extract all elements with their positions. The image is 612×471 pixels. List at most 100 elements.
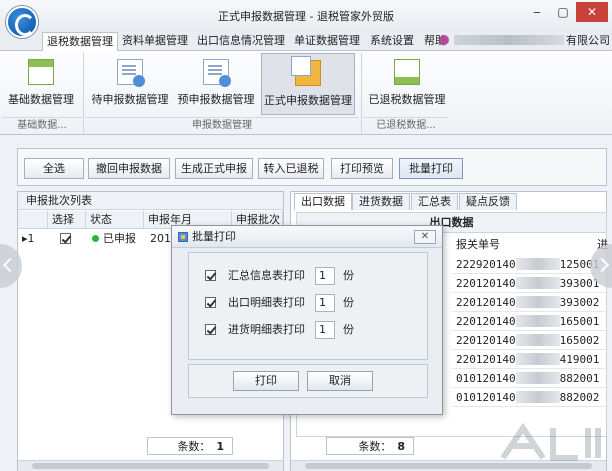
dialog-close-button[interactable]: ✕ bbox=[414, 230, 436, 244]
summary-print-checkbox[interactable] bbox=[205, 270, 216, 281]
option-label: 进货明细表打印 bbox=[228, 323, 305, 336]
menu-tab-refund-data[interactable]: 退税数据管理 bbox=[42, 32, 118, 51]
column-header-customs-no[interactable]: 报关单号 bbox=[456, 235, 500, 255]
redacted-digits bbox=[515, 334, 560, 346]
print-preview-button[interactable]: 打印预览 bbox=[331, 158, 393, 179]
cancel-button[interactable]: 取消 bbox=[307, 371, 373, 391]
dialog-title: 批量打印 bbox=[192, 230, 236, 243]
purchase-print-checkbox[interactable] bbox=[205, 324, 216, 335]
row-status: 已申报 bbox=[88, 230, 144, 248]
purchase-copies-input[interactable]: 1 bbox=[315, 321, 335, 339]
status-dot-icon bbox=[92, 235, 99, 242]
withdraw-declaration-button[interactable]: 撤回申报数据 bbox=[88, 158, 170, 179]
table-row[interactable]: 220120140 165001 bbox=[452, 312, 608, 331]
ribbon-label: 正式申报数据管理 bbox=[264, 94, 352, 107]
ribbon-group-declare: 申报数据管理 bbox=[85, 117, 359, 133]
table-row[interactable]: 220120140 393001 bbox=[452, 274, 608, 293]
count-label: 条数： bbox=[177, 440, 211, 453]
count-value: 8 bbox=[397, 440, 405, 453]
count-label: 条数： bbox=[358, 440, 392, 453]
customs-no-prefix: 222920140 bbox=[456, 258, 516, 271]
right-count-box: 条数： 8 bbox=[326, 437, 414, 455]
ribbon-pre-declare-button[interactable]: 预申报数据管理 bbox=[176, 53, 256, 115]
window-title: 正式申报数据管理 - 退税管家外贸版 bbox=[218, 10, 394, 23]
customs-no-prefix: 220120140 bbox=[456, 334, 516, 347]
ribbon-group-refunded: 已退税数据... bbox=[363, 117, 449, 133]
table-row[interactable]: 010120140 882002 bbox=[452, 388, 608, 407]
column-header-index bbox=[18, 211, 48, 229]
row-select-checkbox[interactable] bbox=[60, 233, 71, 244]
select-all-button[interactable]: 全选 bbox=[24, 158, 84, 179]
ribbon-label: 预申报数据管理 bbox=[177, 93, 255, 106]
ribbon-formal-declare-button[interactable]: 正式申报数据管理 bbox=[261, 53, 355, 115]
user-icon bbox=[439, 35, 449, 45]
export-copies-input[interactable]: 1 bbox=[315, 294, 335, 312]
pre-declare-icon bbox=[203, 59, 231, 87]
table-row[interactable]: 220120140 393002 bbox=[452, 293, 608, 312]
pending-data-icon bbox=[117, 59, 145, 87]
menu-tab-export-info[interactable]: 出口信息情况管理 bbox=[193, 32, 289, 51]
maximize-button[interactable]: ▢ bbox=[550, 2, 576, 22]
tab-export-data[interactable]: 出口数据 bbox=[294, 193, 352, 210]
summary-copies-input[interactable]: 1 bbox=[315, 267, 335, 285]
copies-unit: 份 bbox=[343, 269, 354, 282]
basic-data-icon bbox=[28, 59, 54, 85]
customs-no-prefix: 010120140 bbox=[456, 372, 516, 385]
customs-no-prefix: 010120140 bbox=[456, 391, 516, 404]
tab-purchase-data[interactable]: 进货数据 bbox=[352, 193, 410, 210]
menu-tab-documents[interactable]: 资料单据管理 bbox=[118, 32, 192, 51]
tab-doubt-feedback[interactable]: 疑点反馈 bbox=[459, 193, 517, 210]
close-button[interactable]: ✕ bbox=[576, 2, 608, 22]
panel-title: 申报批次列表 bbox=[18, 192, 283, 210]
ribbon-divider bbox=[83, 53, 84, 133]
batch-print-button[interactable]: 批量打印 bbox=[399, 158, 463, 179]
menu-tab-voucher-data[interactable]: 单证数据管理 bbox=[290, 32, 364, 51]
customs-no-prefix: 220120140 bbox=[456, 315, 516, 328]
minimize-button[interactable]: ‒ bbox=[524, 2, 550, 22]
table-row[interactable]: 010120140 882001 bbox=[452, 369, 608, 388]
tab-summary[interactable]: 汇总表 bbox=[411, 193, 458, 210]
redacted-digits bbox=[515, 353, 560, 365]
ribbon-pending-data-button[interactable]: 待申报数据管理 bbox=[88, 53, 172, 115]
column-header-select[interactable]: 选择 bbox=[48, 211, 86, 229]
redacted-digits bbox=[515, 315, 560, 327]
table-row[interactable]: 220120140 165002 bbox=[452, 331, 608, 350]
row-index-value: 1 bbox=[27, 232, 35, 245]
redacted-digits bbox=[515, 277, 560, 289]
menu-tab-settings[interactable]: 系统设置 bbox=[366, 32, 418, 51]
customs-no-prefix: 220120140 bbox=[456, 353, 516, 366]
menu-bar: 退税数据管理 资料单据管理 出口信息情况管理 单证数据管理 系统设置 帮助 有限… bbox=[0, 30, 612, 51]
option-summary-print: 汇总信息表打印 1 份 bbox=[205, 266, 354, 286]
customs-no-suffix: 165002 bbox=[559, 334, 600, 347]
ribbon-label: 已退税数据管理 bbox=[368, 93, 446, 106]
action-toolbar: 全选 撤回申报数据 生成正式申报 转入已退税 打印预览 批量打印 bbox=[17, 148, 607, 186]
ribbon: 基础数据管理 待申报数据管理 预申报数据管理 正式申报数据管理 已退税数据管理 … bbox=[0, 51, 612, 135]
column-header-status[interactable]: 状态 bbox=[86, 211, 144, 229]
title-bar: 正式申报数据管理 - 退税管家外贸版 ‒ ▢ ✕ bbox=[0, 0, 612, 30]
generate-formal-button[interactable]: 生成正式申报 bbox=[175, 158, 253, 179]
transfer-refunded-button[interactable]: 转入已退税 bbox=[258, 158, 324, 179]
redacted-digits bbox=[515, 391, 560, 403]
ribbon-divider bbox=[361, 53, 362, 133]
ribbon-refunded-data-button[interactable]: 已退税数据管理 bbox=[366, 53, 448, 115]
table-row[interactable]: 222920140 125001 bbox=[452, 255, 608, 274]
left-horizontal-scrollbar[interactable] bbox=[18, 460, 283, 471]
row-index: ▸1 bbox=[22, 232, 35, 245]
printer-icon bbox=[178, 232, 188, 242]
customs-no-prefix: 220120140 bbox=[456, 296, 516, 309]
redacted-digits bbox=[515, 372, 560, 384]
customs-no-suffix: 393002 bbox=[559, 296, 600, 309]
print-button[interactable]: 打印 bbox=[233, 371, 299, 391]
app-logo-icon[interactable] bbox=[6, 6, 38, 38]
ribbon-group-basic: 基础数据... bbox=[2, 117, 82, 133]
ribbon-basic-data-button[interactable]: 基础数据管理 bbox=[4, 53, 78, 115]
redacted-company-name bbox=[454, 35, 564, 45]
user-company[interactable]: 有限公司 bbox=[439, 32, 610, 50]
export-print-checkbox[interactable] bbox=[205, 297, 216, 308]
redacted-digits bbox=[515, 258, 560, 270]
customs-no-suffix: 882001 bbox=[559, 372, 600, 385]
table-row[interactable]: 220120140 419001 bbox=[452, 350, 608, 369]
option-label: 出口明细表打印 bbox=[228, 296, 305, 309]
batch-print-dialog: 批量打印 ✕ 汇总信息表打印 1 份 出口明细表打印 1 份 进货明细表打印 1 份 打印 … bbox=[171, 225, 443, 415]
formal-declare-icon bbox=[291, 56, 321, 86]
